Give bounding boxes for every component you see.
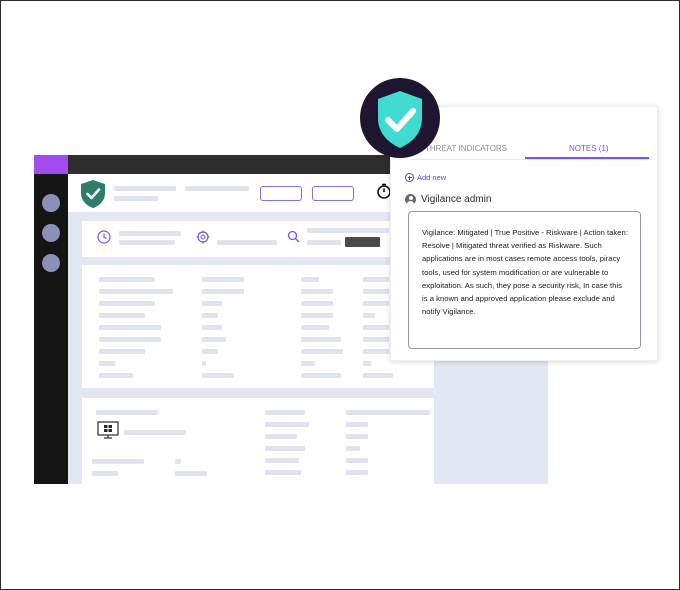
skeleton-text: [114, 186, 176, 191]
dark-button[interactable]: [345, 237, 380, 247]
skeleton-text: [92, 471, 118, 476]
skeleton-text: [346, 470, 368, 475]
skeleton-text: [99, 325, 161, 330]
header-button[interactable]: [260, 186, 302, 201]
skeleton-text: [301, 361, 315, 366]
skeleton-text: [92, 459, 144, 464]
note-author-name: Vigilance admin: [421, 194, 492, 205]
plus-circle-icon: [405, 173, 414, 182]
skeleton-text: [346, 458, 368, 463]
skeleton-text: [346, 434, 368, 439]
skeleton-text: [363, 313, 375, 318]
skeleton-text: [175, 459, 181, 464]
skeleton-text: [346, 446, 360, 451]
skeleton-text: [99, 277, 155, 282]
skeleton-text: [202, 289, 244, 294]
skeleton-text: [119, 231, 181, 236]
windows-monitor-icon: [97, 421, 119, 439]
skeleton-text: [202, 337, 226, 342]
skeleton-text: [265, 446, 305, 451]
skeleton-text: [99, 289, 173, 294]
shield-check-icon: [81, 180, 105, 208]
skeleton-text: [363, 301, 389, 306]
skeleton-text: [307, 240, 341, 245]
skeleton-text: [301, 349, 343, 354]
skeleton-text: [202, 361, 206, 366]
skeleton-text: [363, 361, 371, 366]
skeleton-text: [307, 228, 389, 233]
skeleton-text: [202, 313, 218, 318]
skeleton-text: [301, 325, 329, 330]
note-author: Vigilance admin: [405, 194, 491, 205]
crosshair-icon: [196, 230, 210, 244]
skeleton-text: [301, 373, 341, 378]
skeleton-text: [124, 430, 186, 435]
search-icon: [287, 230, 300, 243]
shield-badge: [360, 78, 440, 158]
sidebar-nav-dot[interactable]: [42, 194, 60, 212]
skeleton-text: [363, 337, 389, 342]
summary-panel: [82, 221, 434, 257]
sidebar-brand: [34, 155, 68, 174]
sidebar: [34, 155, 68, 484]
skeleton-text: [363, 373, 393, 378]
skeleton-text: [99, 301, 155, 306]
add-new-label: Add new: [417, 173, 447, 182]
skeleton-text: [99, 337, 161, 342]
skeleton-text: [265, 422, 309, 427]
sidebar-nav-dot[interactable]: [42, 254, 60, 272]
skeleton-text: [301, 289, 333, 294]
add-new-button[interactable]: Add new: [405, 173, 446, 182]
skeleton-text: [175, 471, 207, 476]
active-tab-indicator: [525, 157, 649, 159]
skeleton-text: [265, 410, 305, 415]
note-text[interactable]: Vigilance: Mitigated | True Positive - R…: [408, 211, 641, 349]
skeleton-text: [96, 410, 158, 415]
skeleton-text: [202, 373, 234, 378]
skeleton-text: [301, 313, 333, 318]
skeleton-text: [119, 240, 175, 245]
skeleton-text: [363, 289, 389, 294]
skeleton-text: [99, 373, 133, 378]
skeleton-text: [346, 422, 368, 427]
skeleton-text: [301, 301, 333, 306]
user-icon: [405, 194, 416, 205]
skeleton-text: [346, 410, 430, 415]
skeleton-text: [99, 349, 145, 354]
clock-icon: [97, 230, 111, 244]
skeleton-text: [363, 277, 389, 282]
skeleton-text: [265, 458, 299, 463]
header-button[interactable]: [312, 186, 354, 201]
sidebar-nav-dot[interactable]: [42, 224, 60, 242]
skeleton-text: [99, 313, 145, 318]
tab-notes[interactable]: NOTES (1): [569, 144, 609, 153]
skeleton-text: [202, 325, 222, 330]
skeleton-text: [202, 301, 222, 306]
skeleton-text: [301, 277, 319, 282]
skeleton-text: [202, 349, 218, 354]
skeleton-text: [363, 349, 389, 354]
skeleton-text: [265, 434, 297, 439]
skeleton-text: [265, 470, 301, 475]
skeleton-text: [114, 196, 158, 201]
skeleton-text: [217, 240, 277, 245]
skeleton-text: [301, 337, 341, 342]
skeleton-text: [99, 361, 115, 366]
skeleton-text: [363, 325, 389, 330]
shield-check-icon: [378, 91, 422, 148]
skeleton-text: [185, 186, 249, 191]
tab-divider: [411, 159, 649, 160]
skeleton-text: [202, 277, 244, 282]
